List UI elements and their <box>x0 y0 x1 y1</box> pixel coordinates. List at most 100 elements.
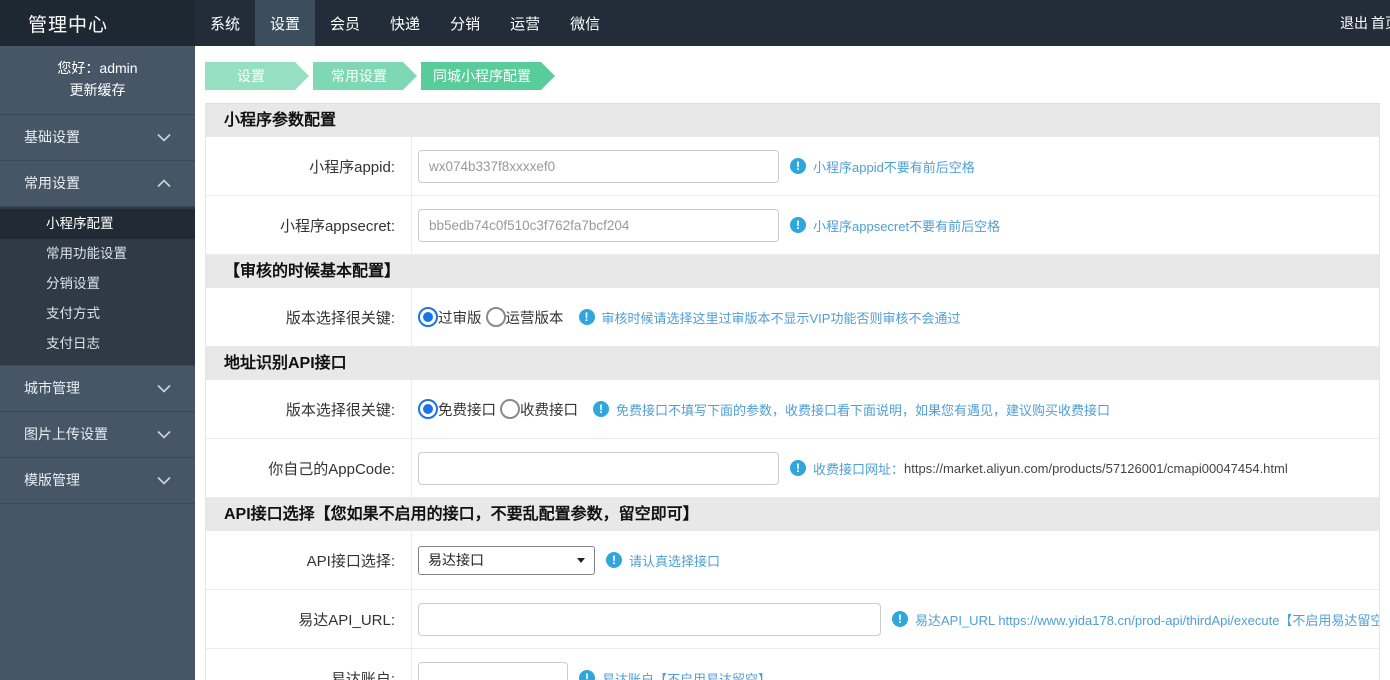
top-nav-item-label: 分销 <box>450 15 481 33</box>
radio-option-label: 过审版 <box>438 310 482 327</box>
form-row: 版本选择很关键: 免费接口 收费接口 ! 免费接口不填写下面的参数，收费接口看下… <box>206 380 1379 439</box>
sidebar-submenu-item[interactable]: 常用功能设置 <box>0 239 195 269</box>
chevron-icon <box>157 384 171 393</box>
sidebar-submenu-item[interactable]: 小程序配置 <box>0 208 195 239</box>
main-content: 设置常用设置同城小程序配置 小程序参数配置 小程序appid: ! 小程序app… <box>195 46 1390 680</box>
exclamation-icon: ! <box>578 309 595 325</box>
form-row-field: 免费接口 收费接口 ! 免费接口不填写下面的参数，收费接口看下面说明，如果您有遇… <box>412 380 1379 438</box>
form-row: 小程序appsecret: ! 小程序appsecret不要有前后空格 <box>206 196 1379 255</box>
exclamation-icon: ! <box>790 217 806 233</box>
breadcrumb-item[interactable]: 常用设置 <box>313 62 417 90</box>
radio-option[interactable]: 运营版本 <box>485 307 568 328</box>
logout-link[interactable]: 退出 <box>1340 0 1368 46</box>
tip: ! 小程序appsecret不要有前后空格 <box>779 216 1000 235</box>
top-nav-item[interactable]: 微信 <box>555 0 615 46</box>
sidebar-group-label: 模版管理 <box>24 472 80 489</box>
text-input[interactable] <box>418 661 568 680</box>
tip: ! 请认真选择接口 <box>595 551 720 570</box>
top-nav-item[interactable]: 会员 <box>315 0 375 46</box>
form-section-header: 小程序参数配置 <box>206 104 1379 137</box>
breadcrumb-item[interactable]: 设置 <box>205 62 309 90</box>
settings-form: 小程序参数配置 小程序appid: ! 小程序appid不要有前后空格 小程序a… <box>205 103 1380 680</box>
radio-option[interactable]: 过审版 <box>418 307 486 328</box>
select-dropdown[interactable]: 易达接口 <box>418 545 595 575</box>
top-nav-item[interactable]: 运营 <box>495 0 555 46</box>
form-row-field: 过审版 运营版本 ! 审核时候请选择这里过审版本不显示VIP功能否则审核不会通过 <box>412 288 1379 346</box>
breadcrumb: 设置 常用设置 同城小程序配置 <box>205 62 555 90</box>
exclamation-icon: ! <box>892 611 908 627</box>
top-nav-item-label: 快递 <box>390 15 421 33</box>
radio-icon[interactable] <box>485 307 506 327</box>
form-row-label: 小程序appsecret: <box>206 196 412 254</box>
sidebar-group-header[interactable]: 模版管理 <box>0 458 195 504</box>
sidebar-group: 城市管理 <box>0 366 195 412</box>
text-input[interactable] <box>418 149 779 183</box>
form-section-header: 【审核的时候基本配置】 <box>206 255 1379 288</box>
radio-option[interactable]: 免费接口 <box>418 399 500 420</box>
form-row-label: 版本选择很关键: <box>206 380 412 438</box>
sidebar-group-label: 图片上传设置 <box>24 426 108 443</box>
exclamation-icon: ! <box>606 552 622 568</box>
radio-icon[interactable] <box>418 399 438 419</box>
chevron-icon <box>157 133 171 142</box>
tip-text: 收费接口网址： <box>813 461 905 477</box>
radio-option-label: 免费接口 <box>438 402 496 419</box>
tip: ! 易达API_URL https://www.yida178.cn/prod-… <box>881 610 1379 629</box>
refresh-cache-link[interactable]: 更新缓存 <box>0 79 195 101</box>
sidebar-submenu-item[interactable]: 支付方式 <box>0 299 195 329</box>
top-nav-item-label: 微信 <box>570 15 601 33</box>
radio-icon[interactable] <box>418 307 438 327</box>
tip-text: 免费接口不填写下面的参数，收费接口看下面说明，如果您有遇见，建议购买收费接口 <box>616 402 1111 418</box>
form-row-field: ! 易达API_URL https://www.yida178.cn/prod-… <box>412 590 1379 648</box>
sidebar-group: 常用设置 小程序配置 常用功能设置 分销设置 支付方式 支付日志 <box>0 161 195 366</box>
form-section-header: 地址识别API接口 <box>206 347 1379 380</box>
tip-text: 审核时候请选择这里过审版本不显示VIP功能否则审核不会通过 <box>601 310 961 326</box>
form-row: 版本选择很关键: 过审版 运营版本 ! 审核时候请选择这里过审版本不显示VIP功… <box>206 288 1379 347</box>
form-row: 小程序appid: ! 小程序appid不要有前后空格 <box>206 137 1379 196</box>
sidebar-submenu: 小程序配置 常用功能设置 分销设置 支付方式 支付日志 <box>0 206 195 366</box>
sidebar-submenu-item[interactable]: 分销设置 <box>0 269 195 299</box>
top-nav: 系统 设置 会员 快递 分销 运营 微信 <box>195 0 615 46</box>
chevron-down-icon <box>577 557 585 563</box>
tip-text: 易达账户【不启用易达留空】 <box>602 671 772 680</box>
top-nav-item[interactable]: 设置 <box>255 0 316 46</box>
form-row: 易达账户: ! 易达账户【不启用易达留空】 <box>206 649 1379 680</box>
form-row: 你自己的AppCode: ! 收费接口网址： https://market.al… <box>206 439 1379 498</box>
top-nav-item[interactable]: 分销 <box>435 0 495 46</box>
text-input[interactable] <box>418 602 881 636</box>
sidebar-group: 模版管理 <box>0 458 195 504</box>
tip: ! 易达账户【不启用易达留空】 <box>568 669 771 680</box>
form-row: API接口选择: 易达接口 ! 请认真选择接口 <box>206 531 1379 590</box>
sidebar-submenu-item[interactable]: 支付日志 <box>0 329 195 359</box>
tip: ! 小程序appid不要有前后空格 <box>779 157 975 176</box>
home-link-clipped[interactable]: 首页 <box>1371 0 1390 46</box>
exclamation-icon: ! <box>593 401 609 417</box>
breadcrumb-item[interactable]: 同城小程序配置 <box>421 62 555 90</box>
exclamation-icon: ! <box>579 670 595 680</box>
form-row-label: 版本选择很关键: <box>206 288 412 346</box>
sidebar-group-label: 城市管理 <box>24 380 80 397</box>
form-row-field: ! 小程序appid不要有前后空格 <box>412 137 1379 195</box>
form-row-label: 易达API_URL: <box>206 590 412 648</box>
top-nav-item-label: 运营 <box>510 15 541 33</box>
tip-text: 请认真选择接口 <box>629 553 721 569</box>
app-title: 管理中心 <box>0 0 195 46</box>
sidebar-group-header[interactable]: 城市管理 <box>0 366 195 412</box>
text-input[interactable] <box>418 208 779 242</box>
sidebar-group-header[interactable]: 基础设置 <box>0 115 195 161</box>
sidebar-group-header[interactable]: 图片上传设置 <box>0 412 195 458</box>
radio-icon[interactable] <box>500 399 520 419</box>
sidebar-group-label: 基础设置 <box>24 129 80 146</box>
chevron-icon <box>157 179 171 188</box>
text-input[interactable] <box>418 451 779 485</box>
form-section-header: API接口选择【您如果不启用的接口，不要乱配置参数，留空即可】 <box>206 498 1379 531</box>
tip: ! 审核时候请选择这里过审版本不显示VIP功能否则审核不会通过 <box>568 308 961 327</box>
top-nav-item[interactable]: 快递 <box>375 0 435 46</box>
form-row-label: 小程序appid: <box>206 137 412 195</box>
top-nav-item[interactable]: 系统 <box>195 0 255 46</box>
form-row-label: API接口选择: <box>206 531 412 589</box>
form-row-label: 你自己的AppCode: <box>206 439 412 497</box>
sidebar-group-header[interactable]: 常用设置 <box>0 161 195 207</box>
top-nav-item-label: 系统 <box>210 15 241 33</box>
radio-option[interactable]: 收费接口 <box>500 399 582 420</box>
